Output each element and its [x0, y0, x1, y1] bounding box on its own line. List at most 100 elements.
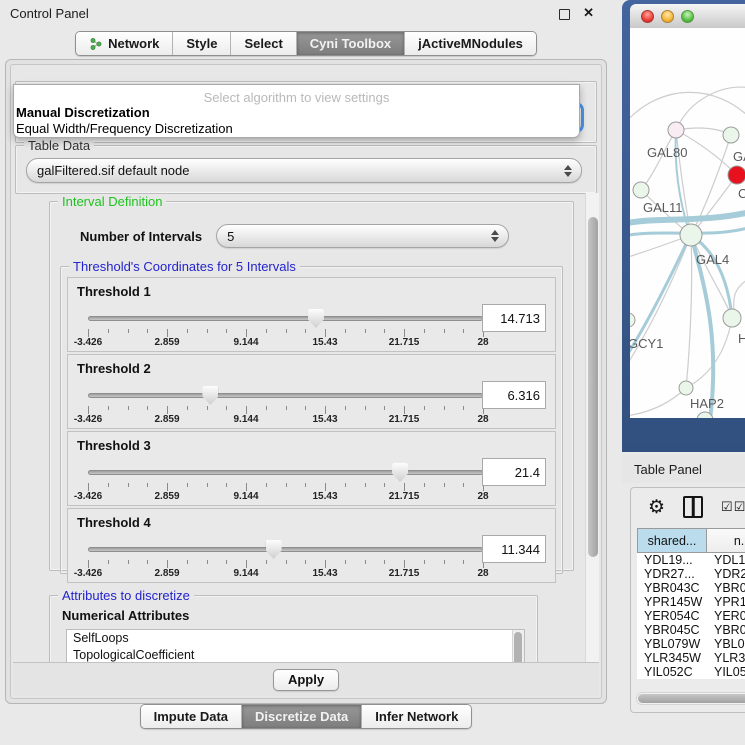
table-data-combobox[interactable]: galFiltered.sif default node [26, 158, 582, 183]
table-cell[interactable]: YPR145W [637, 595, 707, 609]
threshold-3-value-field[interactable] [482, 458, 546, 486]
table-cell[interactable]: YIL05 [707, 665, 745, 679]
tick-mark [187, 329, 188, 333]
threshold-3-panel: Threshold 3 -3.4262.8599.14415.4321.7152… [67, 431, 556, 506]
tick-mark [305, 560, 306, 564]
threshold-4-slider[interactable] [88, 539, 483, 559]
table-horizontal-scrollbar[interactable] [636, 692, 745, 705]
interval-definition-group-label: Interval Definition [58, 194, 166, 209]
tab-discretize-data[interactable]: Discretize Data [242, 705, 362, 728]
tab-cyni-toolbox[interactable]: Cyni Toolbox [297, 32, 405, 55]
table-cell[interactable]: YBR04 [707, 581, 745, 595]
threshold-4-value-field[interactable] [482, 535, 546, 563]
tick-mark [345, 560, 346, 564]
table-cell[interactable]: YLR345W [637, 651, 707, 665]
tab-select[interactable]: Select [231, 32, 296, 55]
table-cell[interactable]: YDL19 [707, 553, 745, 567]
table-cell[interactable]: YDR27 [707, 567, 745, 581]
tick-mark [167, 483, 168, 491]
network-node[interactable] [679, 381, 693, 395]
table-cell[interactable]: YBL079W [637, 637, 707, 651]
cyni-toolbox-panel: Discretization Algorithm Table Data galF… [5, 59, 607, 704]
network-node[interactable] [668, 122, 684, 138]
network-node-label: C [738, 186, 745, 201]
table-cell[interactable]: YIL052C [637, 665, 707, 679]
network-node[interactable] [630, 313, 635, 327]
table-cell[interactable]: YBR045C [637, 623, 707, 637]
attribute-list-item[interactable]: SelfLoops [67, 630, 524, 647]
zoom-traffic-light-icon[interactable] [681, 10, 694, 23]
tab-network-label: Network [108, 32, 159, 55]
tick-mark [108, 329, 109, 333]
control-panel-titlebar: Control Panel ✕ [0, 0, 612, 28]
table-cell[interactable]: YPR14 [707, 595, 745, 609]
close-traffic-light-icon[interactable] [641, 10, 654, 23]
tab-jactivemnodules[interactable]: jActiveMNodules [405, 32, 536, 55]
network-node[interactable] [680, 224, 702, 246]
table-cell[interactable]: YBR04 [707, 623, 745, 637]
scrollbar-thumb[interactable] [638, 694, 745, 703]
table-cell[interactable]: YBL07 [707, 637, 745, 651]
scale-label: 9.144 [233, 337, 258, 348]
network-window-titlebar[interactable] [630, 4, 745, 29]
table-cell[interactable]: YER054C [637, 609, 707, 623]
table-cell[interactable]: YDL19... [637, 553, 707, 567]
scale-label: -3.426 [74, 414, 102, 425]
column-layout-icon[interactable] [683, 496, 703, 518]
tab-style[interactable]: Style [173, 32, 231, 55]
network-node[interactable] [633, 182, 649, 198]
scrollbar-thumb[interactable] [514, 632, 522, 662]
table-cell[interactable]: YBR043C [637, 581, 707, 595]
tab-discretize-data-label: Discretize Data [255, 705, 348, 728]
threshold-3-slider[interactable] [88, 462, 483, 482]
table-cell[interactable]: YLR34 [707, 651, 745, 665]
thresholds-coordinates-group-label: Threshold's Coordinates for 5 Intervals [69, 259, 300, 274]
algorithm-option-equal-width-frequency[interactable]: Equal Width/Frequency Discretization [14, 121, 579, 137]
algorithm-option-manual-discretization[interactable]: Manual Discretization [14, 105, 579, 121]
slider-thumb[interactable] [266, 540, 282, 559]
network-node[interactable] [723, 127, 739, 143]
threshold-2-value-field[interactable] [482, 381, 546, 409]
number-of-intervals-combobox[interactable]: 5 [216, 224, 509, 248]
attribute-list-item[interactable]: TopologicalCoefficient [67, 647, 524, 662]
attributes-list-scrollbar[interactable] [512, 630, 524, 662]
select-columns-icon[interactable]: ☑☑ [721, 499, 745, 515]
combobox-arrows-icon [491, 230, 499, 242]
table-cell[interactable]: YER05 [707, 609, 745, 623]
slider-thumb[interactable] [308, 309, 324, 328]
tick-mark [384, 329, 385, 333]
float-window-icon[interactable] [559, 9, 570, 20]
table-data-group: Table Data galFiltered.sif default node [15, 145, 597, 194]
apply-button[interactable]: Apply [273, 669, 339, 691]
close-icon[interactable]: ✕ [583, 5, 594, 21]
table-column-header[interactable]: n... [707, 528, 745, 553]
minimize-traffic-light-icon[interactable] [661, 10, 674, 23]
network-node[interactable] [728, 166, 745, 184]
table-cell[interactable]: YDR27... [637, 567, 707, 581]
scrollbar-thumb[interactable] [588, 217, 598, 557]
tick-mark [128, 483, 129, 487]
numerical-attributes-list[interactable]: SelfLoopsTopologicalCoefficientBetweenne… [66, 629, 525, 662]
table-column-header[interactable]: shared... [637, 528, 707, 553]
network-edge [686, 318, 732, 388]
tab-network[interactable]: Network [76, 32, 173, 55]
network-edge [630, 388, 686, 416]
gear-icon[interactable]: ⚙ [648, 498, 665, 517]
threshold-1-slider[interactable] [88, 308, 483, 328]
slider-thumb[interactable] [392, 463, 408, 482]
tick-mark [384, 483, 385, 487]
network-canvas[interactable]: GAL80GAGAL11CGAL4GCY1HHAP2 [630, 28, 745, 418]
scale-label: 2.859 [154, 568, 179, 579]
threshold-4-label: Threshold 4 [77, 515, 151, 530]
network-node[interactable] [723, 309, 741, 327]
slider-thumb[interactable] [202, 386, 218, 405]
threshold-2-slider[interactable] [88, 385, 483, 405]
scale-label: 21.715 [389, 491, 420, 502]
threshold-1-value-field[interactable] [482, 304, 546, 332]
network-node-label: GCY1 [630, 336, 663, 351]
tab-infer-network[interactable]: Infer Network [362, 705, 471, 728]
tick-mark [286, 560, 287, 564]
settings-vertical-scrollbar[interactable] [585, 193, 599, 662]
tick-mark [404, 560, 405, 568]
tab-impute-data[interactable]: Impute Data [141, 705, 242, 728]
